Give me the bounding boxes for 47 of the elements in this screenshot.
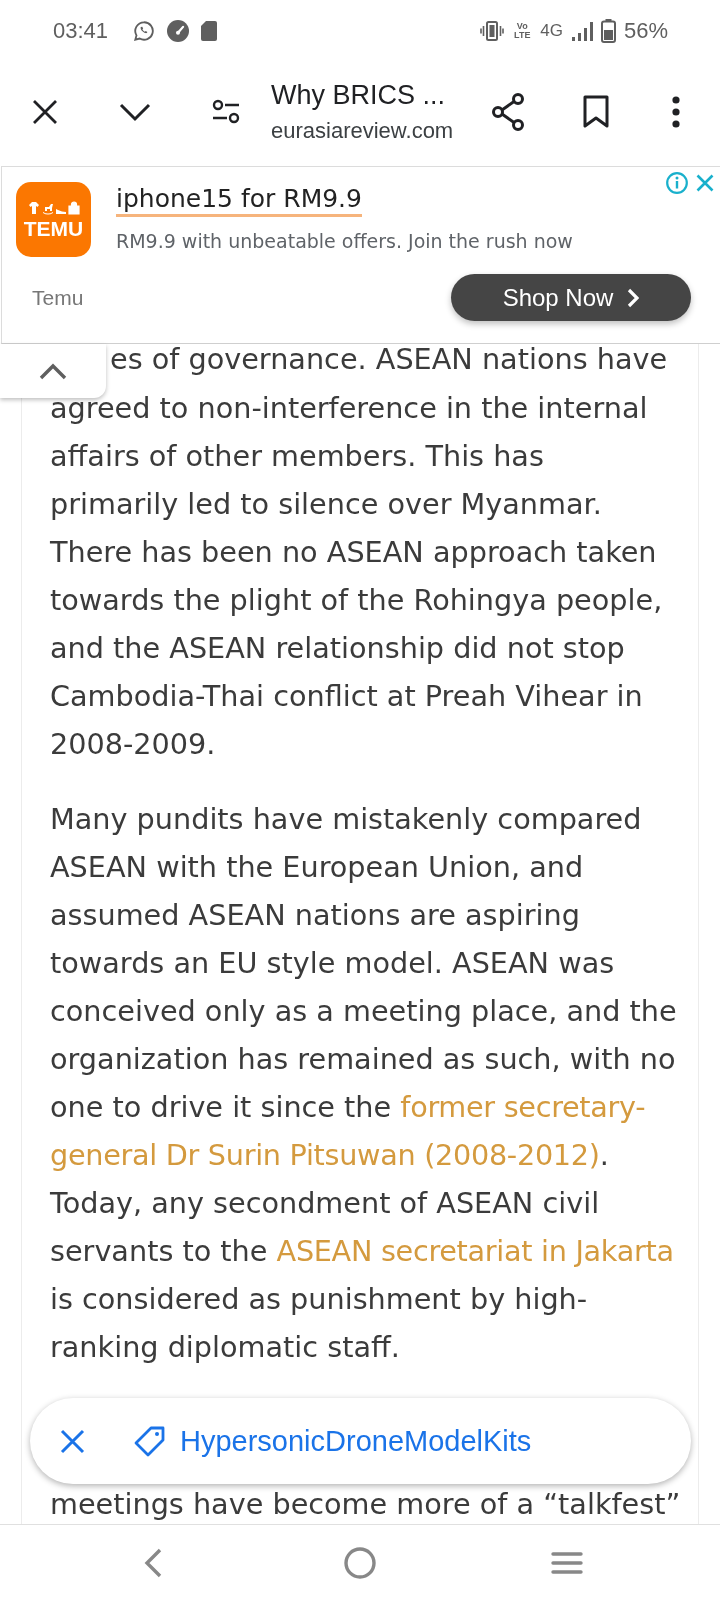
shop-now-button[interactable]: Shop Now — [451, 274, 691, 321]
bookmark-icon — [583, 95, 609, 129]
ad-headline[interactable]: iphone15 for RM9.9 — [116, 184, 362, 217]
bag-icon — [67, 200, 80, 215]
home-icon — [344, 1546, 376, 1579]
sliders-icon — [212, 99, 240, 125]
close-icon[interactable] — [696, 174, 714, 192]
shirt-icon — [28, 201, 39, 214]
network-type: 4G — [540, 21, 563, 41]
chip-label[interactable]: HypersonicDroneModelKits — [180, 1424, 532, 1458]
signal-icon — [570, 21, 593, 41]
article-paragraph: agreed to non-interference in the internal affairs of other members. This has primarily led to silence over Myanmar. There has been no ASEAN approach taken towards the plight of the Rohingya people, and the ASEAN relationship did not stop Cambodia-Thai conflict at Preah Vihear in 2008-2009. — [50, 390, 664, 763]
article-link[interactable]: general Dr Surin Pitsuwan (2008-2012) — [50, 1138, 600, 1172]
rocking-horse-icon — [42, 203, 53, 214]
article-link[interactable]: former secretary- — [400, 1090, 646, 1124]
vibrate-icon — [480, 21, 505, 41]
article-text: es of governance. ASEAN nations have — [110, 344, 669, 374]
ad-description: RM9.9 with unbeatable offers. Join the rush now — [116, 229, 573, 254]
close-icon — [60, 1428, 85, 1454]
gauge-icon — [167, 20, 190, 42]
phone-bubble-icon — [133, 20, 156, 42]
page-url: eurasiareview.com — [271, 117, 454, 145]
article-link[interactable]: ASEAN secretariat in Jakarta — [276, 1234, 674, 1268]
scroll-up-button[interactable] — [0, 344, 106, 398]
tag-icon — [134, 1425, 165, 1457]
battery-icon — [600, 19, 616, 43]
shoe-icon — [55, 208, 66, 214]
back-icon — [143, 1547, 163, 1578]
status-time: 03:41 — [53, 18, 109, 44]
recents-icon — [551, 1550, 583, 1575]
close-icon — [32, 99, 58, 125]
chevron-right-icon — [627, 287, 640, 308]
article-paragraph: Many pundits have mistakenly compared ASEAN with the European Union, and assumed ASEAN nations are aspiring towards an EU style model. ASEAN was conceived only as a meeting place, and the organization has remained as such, with no one to drive it since the former secretary- general Dr Surin Pitsuwan (2008-2012). Today, any secondment of ASEAN civil servants to the ASEAN secretariat in Jakarta is considered as punishment by high-ranking diplomatic staff. — [50, 801, 678, 1366]
share-icon — [491, 93, 525, 131]
search-chip[interactable]: HypersonicDroneModelKits — [30, 1398, 691, 1484]
chevron-up-icon — [39, 362, 67, 380]
logo-text: TEMU — [23, 217, 84, 239]
more-icon — [672, 96, 680, 128]
volte-label: Vo LTE — [513, 22, 532, 40]
battery-percent: 56% — [623, 18, 668, 44]
advertiser-name: Temu — [32, 285, 84, 310]
chevron-down-icon — [119, 102, 151, 122]
chip-close-button[interactable] — [60, 1428, 85, 1454]
sd-card-icon — [201, 21, 218, 41]
page-title: Why BRICS ... — [271, 79, 446, 112]
article-text: meetings have become more of a “talkfest” — [50, 1486, 680, 1522]
info-icon[interactable] — [666, 172, 688, 194]
